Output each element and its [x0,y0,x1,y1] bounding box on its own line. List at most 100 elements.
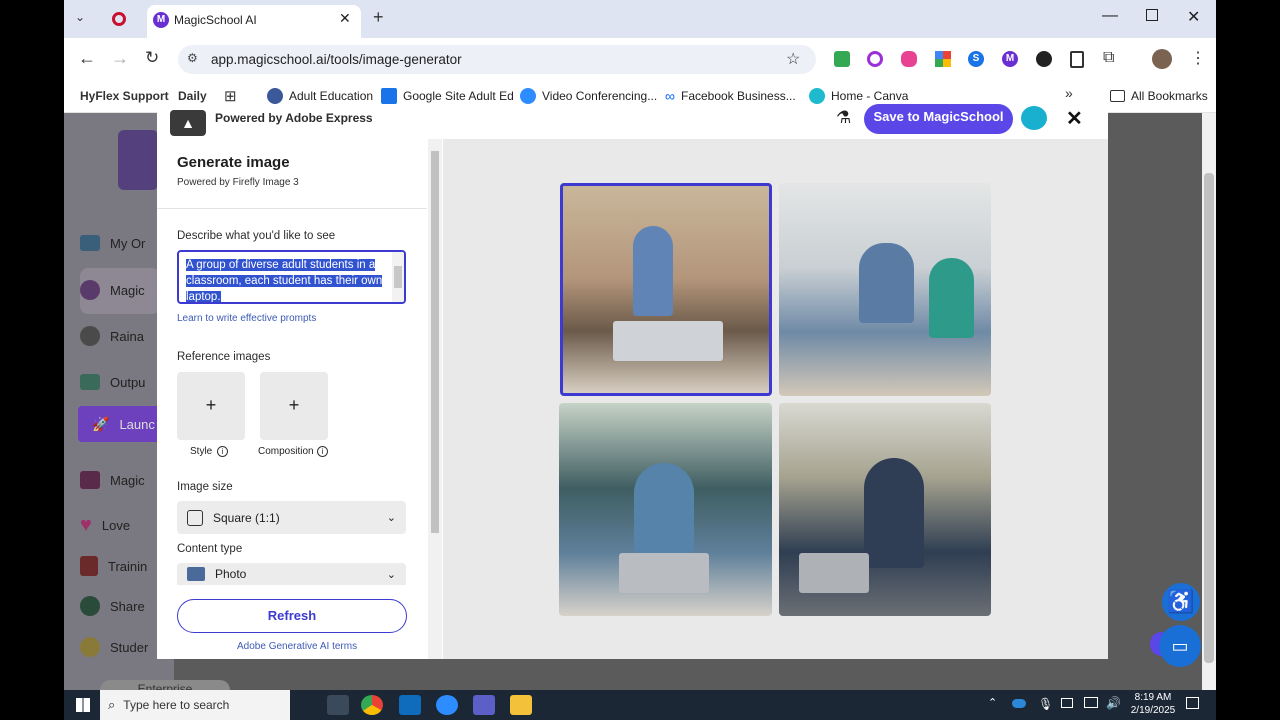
extension-dark-icon[interactable] [1036,51,1052,67]
sidebar-item-love[interactable]: ♥ Love [80,508,130,542]
image-size-select[interactable]: Square (1:1) ⌄ [177,501,406,534]
forward-icon[interactable]: → [111,48,129,69]
bookmark-star-icon[interactable]: ☆ [786,49,800,69]
sidebar-item-label: Love [101,517,131,533]
profile-avatar[interactable] [1152,49,1172,69]
panel-scrollbar[interactable] [428,139,442,659]
clock[interactable]: 8:19 AM 2/19/2025 [1128,691,1178,717]
sidebar-item-label: Magic [110,472,145,488]
windows-start-icon[interactable] [76,698,90,712]
style-reference-button[interactable]: + [177,372,245,440]
reload-icon[interactable]: ↻ [145,48,159,68]
site-settings-icon[interactable]: ⚙ [187,51,198,65]
accessibility-icon[interactable]: ♿ [1162,583,1200,621]
sidebar-item-magic-tools[interactable]: Magic [80,273,145,307]
onedrive-icon[interactable] [1012,699,1026,708]
photo-icon [187,567,205,581]
more-bookmarks-icon[interactable]: » [1065,85,1073,101]
chrome-taskbar-icon[interactable] [361,695,383,715]
bookmark-label: Facebook Business... [680,89,796,103]
restore-icon[interactable] [1146,9,1158,21]
sidebar-item-launch[interactable]: 🚀 Launc [92,407,155,441]
zoom-taskbar-icon[interactable] [436,695,458,715]
rocket-icon: 🚀 [92,415,110,432]
composition-info-icon[interactable]: i [317,446,328,457]
extension-doc-icon[interactable] [1070,51,1084,68]
learn-prompts-link[interactable]: Learn to write effective prompts [177,313,316,324]
folder-icon [80,374,100,390]
generated-image-2[interactable] [779,183,991,396]
back-icon[interactable]: ← [78,48,96,69]
sidebar-item-label: Studer [110,639,149,655]
file-explorer-taskbar-icon[interactable] [510,695,532,715]
page-scroll-thumb[interactable] [1204,173,1214,663]
close-tab-icon[interactable]: ✕ [339,10,351,27]
extension-pink-icon[interactable] [901,51,917,67]
bookmark-adult-education[interactable]: Adult Education [267,86,373,106]
prompt-text: A group of diverse adult students in a c… [186,259,383,303]
generative-ai-terms-link[interactable]: Adobe Generative AI terms [237,641,357,652]
sidebar-item-my-outputs[interactable]: My Or [80,226,145,260]
sidebar-item-raina[interactable]: Raina [80,319,144,353]
close-window-icon[interactable]: ✕ [1187,7,1200,27]
sidebar-item-share[interactable]: Share [80,589,145,623]
notification-icon[interactable] [1186,697,1199,709]
composition-reference-button[interactable]: + [260,372,328,440]
panel-scroll-thumb[interactable] [431,151,439,533]
browser-menu-icon[interactable]: ⋮ [1190,48,1206,68]
generated-image-3[interactable] [559,403,772,616]
bookmark-google-site[interactable]: Google Site Adult Ed [381,86,514,106]
all-bookmarks[interactable]: All Bookmarks [1110,86,1208,106]
outlook-taskbar-icon[interactable] [399,695,421,715]
tab-search-icon[interactable]: ⌄ [75,10,85,24]
system-tray-chevron-icon[interactable]: ⌃ [988,696,997,709]
sidebar-item-training[interactable]: Trainin [80,549,147,583]
style-label: Style [190,446,213,457]
bookmark-canva[interactable]: Home - Canva [809,86,908,106]
tools-icon [80,280,100,300]
style-info-icon[interactable]: i [217,446,228,457]
bookmark-label: Adult Education [289,89,374,103]
user-avatar[interactable] [1021,106,1047,130]
extensions-puzzle-icon[interactable]: ⧉ [1103,49,1114,67]
minimize-icon[interactable]: — [1102,7,1118,25]
prompt-textarea[interactable]: A group of diverse adult students in a c… [177,250,406,304]
close-modal-icon[interactable]: ✕ [1066,106,1083,131]
task-view-icon[interactable] [327,695,349,715]
teams-taskbar-icon[interactable] [473,695,495,715]
extension-camera-icon[interactable] [867,51,883,67]
flask-icon[interactable]: ⚗ [836,108,851,128]
zoom-icon [520,88,536,104]
bookmark-video-conferencing[interactable]: Video Conferencing... [520,86,657,106]
chat-support-icon[interactable]: ▭ [1159,625,1201,667]
sidebar-item-label: Share [110,598,145,614]
address-bar[interactable]: ⚙ app.magicschool.ai/tools/image-generat… [178,45,816,74]
refresh-button[interactable]: Refresh [177,599,407,633]
new-tab-icon[interactable]: + [373,7,384,28]
bookmark-hyflex[interactable]: HyFlex Support [80,86,169,106]
extension-magicschool-icon[interactable]: M [1002,51,1018,67]
sidebar-item-magic-student[interactable]: Magic [80,463,145,497]
microphone-icon[interactable]: 🎙 [1038,697,1053,711]
content-type-select[interactable]: Photo ⌄ [177,563,406,585]
taskbar-search[interactable]: ⌕ Type here to search [100,690,290,720]
save-to-magicschool-button[interactable]: Save to MagicSchool [864,104,1013,134]
sidebar-item-outputs[interactable]: Outpu [80,365,145,399]
prompt-scrollbar[interactable] [392,252,404,302]
bookmark-daily[interactable]: Daily [178,86,207,106]
network-icon[interactable] [1084,697,1098,708]
bookmark-facebook-business[interactable]: ∞ Facebook Business... [665,86,796,106]
apps-grid-icon[interactable]: ⊞ [224,87,237,105]
sidebar-item-student[interactable]: Studer [80,630,148,664]
extension-s-icon[interactable]: S [968,51,984,67]
volume-icon[interactable]: 🔊 [1106,696,1121,710]
extension-green-icon[interactable] [834,51,850,67]
prompt-scroll-thumb[interactable] [394,266,402,288]
battery-icon[interactable] [1061,698,1073,708]
tab-magicschool[interactable]: M MagicSchool AI ✕ [147,5,361,38]
extension-dots-icon[interactable] [935,51,951,67]
record-icon[interactable] [112,12,126,26]
generated-image-1[interactable] [560,183,772,396]
page-scrollbar[interactable] [1202,113,1216,690]
generated-image-4[interactable] [779,403,991,616]
